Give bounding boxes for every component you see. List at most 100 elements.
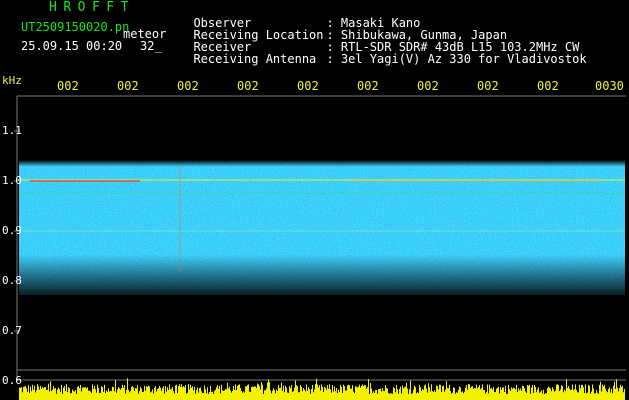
amplitude-bar: [497, 387, 498, 400]
amplitude-bar: [333, 391, 334, 400]
amplitude-bar: [310, 393, 311, 400]
amplitude-bar: [365, 385, 366, 400]
amplitude-bar: [51, 391, 52, 400]
amplitude-bar: [73, 390, 74, 400]
amplitude-bar: [581, 384, 582, 400]
amplitude-bar: [476, 384, 477, 400]
amplitude-bar: [197, 387, 198, 400]
amplitude-bar: [539, 392, 540, 400]
amplitude-bar: [76, 393, 77, 400]
amplitude-bar: [57, 389, 58, 400]
amplitude-bar: [338, 389, 339, 400]
amplitude-bar: [166, 391, 167, 400]
amplitude-bar: [568, 385, 569, 400]
amplitude-bar: [262, 384, 263, 400]
amplitude-bar: [464, 391, 465, 400]
amplitude-bar: [245, 386, 246, 400]
amplitude-bar: [517, 391, 518, 400]
amplitude-bar: [29, 392, 30, 400]
amplitude-bar: [351, 388, 352, 400]
amplitude-bar: [546, 393, 547, 400]
amplitude-bar: [249, 391, 250, 400]
amplitude-bar: [455, 393, 456, 400]
amplitude-bar: [301, 386, 302, 400]
amplitude-bar: [242, 392, 243, 400]
amplitude-bar: [347, 385, 348, 400]
amplitude-bar: [59, 389, 60, 400]
amplitude-bar: [49, 391, 50, 400]
amplitude-bar: [199, 388, 200, 400]
amplitude-bar: [107, 391, 108, 400]
amplitude-bar: [282, 390, 283, 400]
amplitude-bar: [623, 392, 624, 400]
amplitude-bar: [241, 391, 242, 400]
amplitude-bar: [290, 388, 291, 400]
amplitude-bar: [66, 384, 67, 400]
amplitude-bar: [62, 393, 63, 400]
amplitude-bar: [523, 386, 524, 400]
amplitude-bar: [487, 384, 488, 400]
amplitude-bar: [378, 389, 379, 400]
amplitude-bar: [522, 385, 523, 400]
amplitude-bar: [53, 385, 54, 400]
amplitude-bar: [480, 389, 481, 400]
amplitude-bar: [583, 387, 584, 400]
amplitude-bar: [152, 389, 153, 400]
amplitude-bar: [499, 393, 500, 400]
amplitude-bar: [540, 391, 541, 400]
amplitude-bar: [390, 393, 391, 400]
info-label: Receiving Antenna: [193, 52, 317, 66]
amplitude-bar: [181, 384, 182, 400]
amplitude-bar: [606, 391, 607, 400]
amplitude-bar: [489, 384, 490, 400]
amplitude-bar: [160, 387, 161, 400]
amplitude-bar: [479, 385, 480, 400]
amplitude-bar: [149, 386, 150, 400]
amplitude-bar: [491, 388, 492, 400]
amplitude-bar: [599, 384, 600, 400]
amplitude-bar: [577, 392, 578, 400]
amplitude-bar: [447, 388, 448, 400]
amplitude-bar: [173, 391, 174, 400]
amplitude-bar: [130, 391, 131, 400]
amplitude-bar: [154, 387, 155, 400]
amplitude-bar: [423, 389, 424, 400]
amplitude-bar: [224, 390, 225, 400]
amplitude-bar: [516, 384, 517, 400]
amplitude-bar: [425, 384, 426, 400]
amplitude-bar: [79, 388, 80, 400]
amplitude-bar: [207, 387, 208, 400]
amplitude-bar: [598, 393, 599, 400]
amplitude-bar: [436, 385, 437, 400]
amplitude-bar: [506, 393, 507, 400]
amplitude-bar: [226, 389, 227, 400]
x-tick-label: 002: [57, 79, 79, 93]
amplitude-bar: [544, 393, 545, 400]
amplitude-bar: [326, 389, 327, 400]
amplitude-bar: [367, 387, 368, 400]
amplitude-bar: [274, 389, 275, 400]
amplitude-bar: [342, 392, 343, 400]
amplitude-bar: [174, 393, 175, 400]
amplitude-bar: [340, 384, 341, 400]
amplitude-bar: [360, 387, 361, 400]
amplitude-bar: [614, 381, 615, 400]
amplitude-bar: [512, 388, 513, 400]
amplitude-bar: [269, 382, 270, 400]
amplitude-bar: [186, 393, 187, 400]
amplitude-bar: [191, 387, 192, 400]
amplitude-bar: [237, 385, 238, 400]
amplitude-bar: [155, 386, 156, 400]
amplitude-bar: [201, 391, 202, 400]
amplitude-bar: [592, 384, 593, 400]
amplitude-bar: [134, 390, 135, 400]
amplitude-bar: [388, 392, 389, 400]
amplitude-bar: [593, 388, 594, 400]
amplitude-bar: [421, 391, 422, 400]
amplitude-bar: [472, 386, 473, 400]
amplitude-bar: [185, 384, 186, 400]
amplitude-bar: [514, 388, 515, 400]
amplitude-bar: [588, 384, 589, 400]
amplitude-bar: [403, 388, 404, 400]
amplitude-bar: [548, 386, 549, 400]
